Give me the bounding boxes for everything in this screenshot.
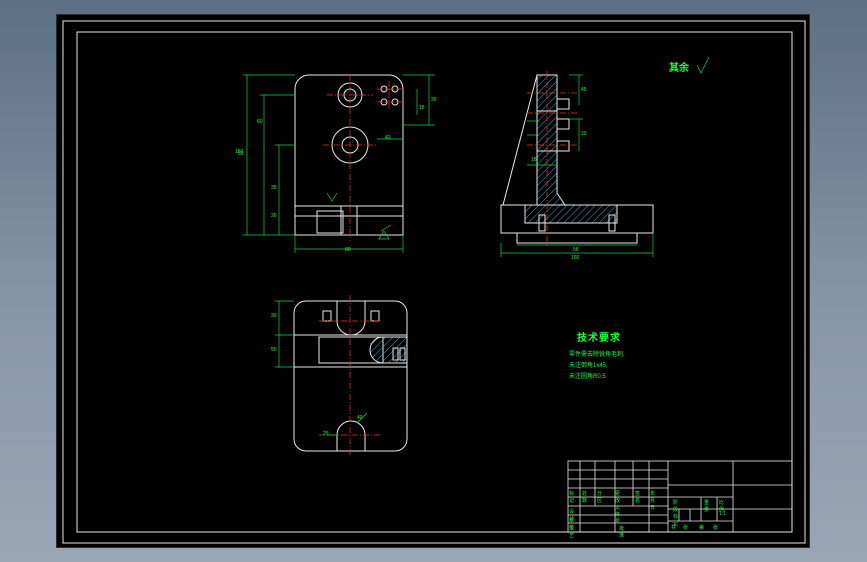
dim-label: 60 xyxy=(257,119,263,125)
dim-label: 40 xyxy=(385,135,391,141)
tb-label: 张 xyxy=(713,525,719,531)
dim-label: 58 xyxy=(573,247,579,253)
dim-label: 50 xyxy=(271,347,277,353)
dim-label: 35 xyxy=(271,185,277,191)
top-view[interactable] xyxy=(275,295,408,455)
dim-label: 30 xyxy=(431,97,437,103)
dim-label: 160 xyxy=(571,255,580,261)
dim-label: 80 xyxy=(345,247,351,253)
tb-label: 批准 xyxy=(619,526,625,539)
tb-scale: 1:1 xyxy=(719,511,726,517)
tech-requirement-line: 未注圆角R0.5 xyxy=(569,374,606,380)
side-section-view[interactable] xyxy=(500,71,654,257)
tb-label: 第 xyxy=(699,525,705,531)
dim-label: 30 xyxy=(271,313,277,319)
tb-label: 标记 xyxy=(569,491,575,504)
tb-label: 更改文件号 xyxy=(615,491,621,525)
tb-label: 阶段标记 xyxy=(673,500,679,527)
tb-label: 张 xyxy=(683,525,689,531)
front-view[interactable] xyxy=(243,74,435,253)
tb-label: 共 xyxy=(671,525,677,531)
dim-label: 45 xyxy=(581,87,587,93)
tech-requirement-line: 未注倒角1x45, xyxy=(569,363,608,369)
dim-label: 40 xyxy=(357,415,363,421)
tb-label: 工艺 xyxy=(569,526,575,539)
tb-label: 签名 xyxy=(635,491,641,504)
dim-label: 10 xyxy=(581,131,587,137)
dim-label: 18 xyxy=(531,157,537,163)
tech-requirement-line: 零件需去除锐角毛刺, xyxy=(569,352,625,358)
roughness-note: 其余 xyxy=(669,63,689,74)
drawing-canvas[interactable]: 其余 技术要求 零件需去除锐角毛刺, 未注倒角1x45, 未注圆角R0.5 60… xyxy=(56,14,810,548)
roughness-symbol xyxy=(696,56,710,74)
tb-label: 处数 xyxy=(582,491,588,504)
sheet-inner-border xyxy=(76,31,793,533)
cad-sheet xyxy=(62,20,806,544)
dim-label: 150 xyxy=(235,149,244,155)
tech-requirements: 技术要求 零件需去除锐角毛刺, 未注倒角1x45, 未注圆角R0.5 xyxy=(569,329,625,383)
tb-label: 分区 xyxy=(597,491,603,504)
tb-label: 年月日 xyxy=(650,491,656,511)
tb-label: 重量 xyxy=(704,500,710,513)
dim-label: 18 xyxy=(419,105,425,111)
dim-label: 26 xyxy=(271,213,277,219)
tech-requirements-title: 技术要求 xyxy=(577,333,621,344)
dim-label: 25 xyxy=(323,431,329,437)
